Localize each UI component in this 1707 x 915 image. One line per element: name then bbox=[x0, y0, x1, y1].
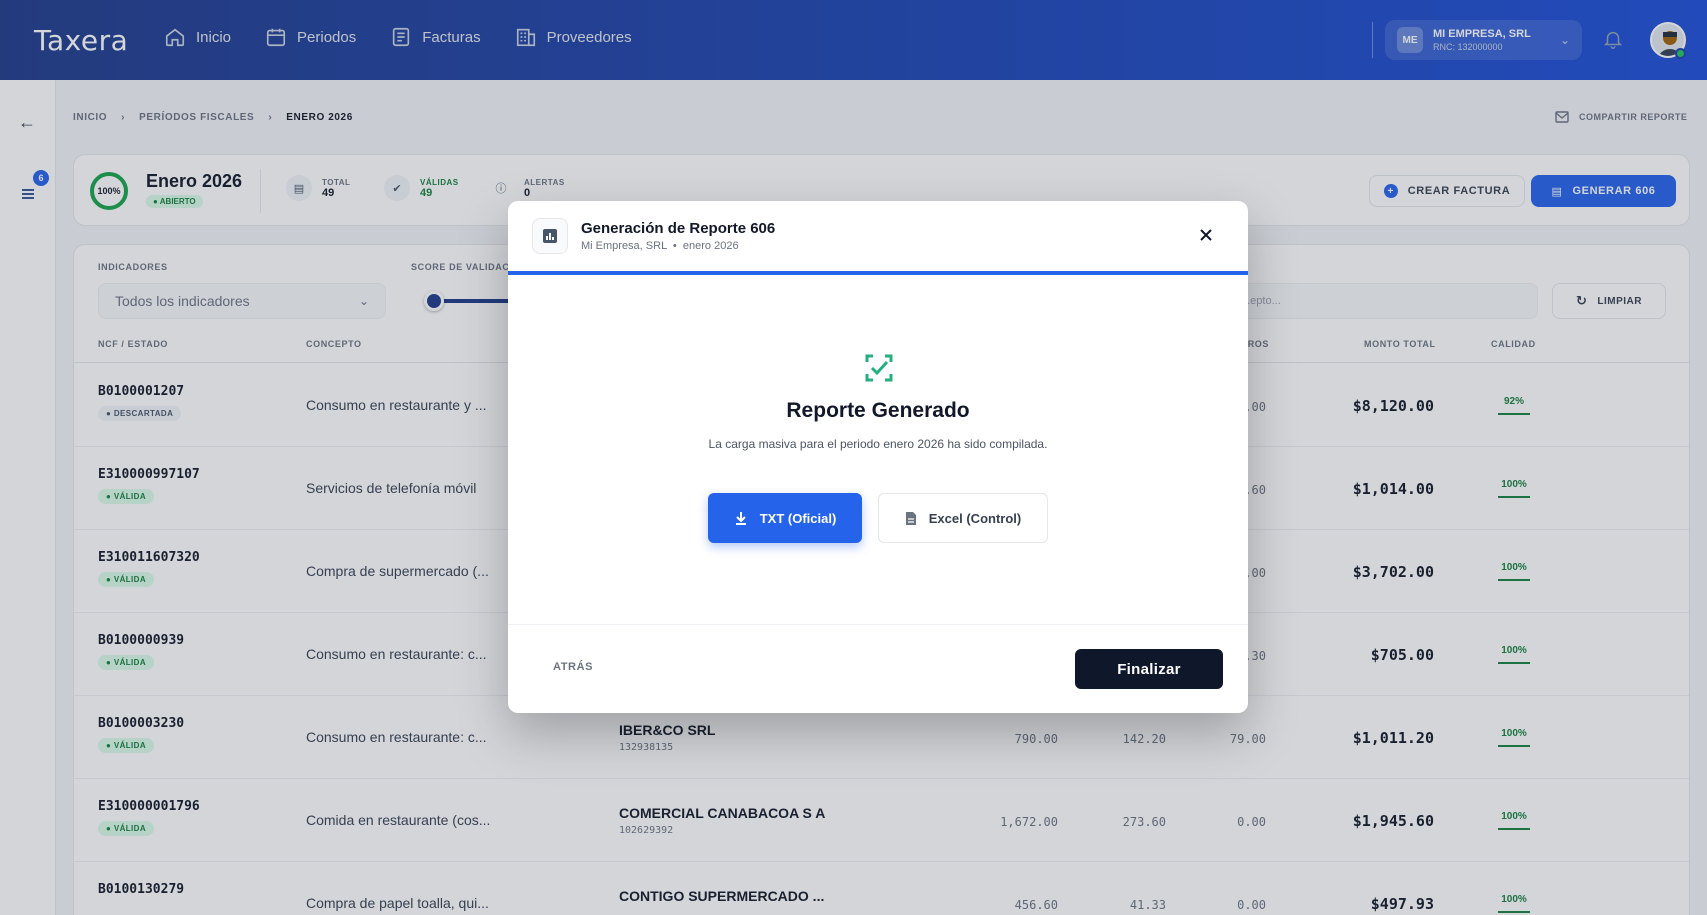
check-square-icon bbox=[865, 354, 893, 382]
download-excel-label: Excel (Control) bbox=[928, 510, 1022, 526]
success-description: La carga masiva para el periodo enero 20… bbox=[708, 437, 1048, 451]
download-txt-label: TXT (Oficial) bbox=[759, 510, 837, 526]
separator-dot: • bbox=[672, 240, 677, 252]
download-excel-button[interactable]: Excel (Control) bbox=[878, 493, 1048, 543]
chart-report-icon bbox=[532, 218, 568, 254]
back-button[interactable]: ATRÁS bbox=[553, 661, 593, 673]
modal-period: enero 2026 bbox=[682, 240, 739, 252]
download-txt-button[interactable]: TXT (Oficial) bbox=[708, 493, 862, 543]
modal-footer-divider bbox=[508, 624, 1248, 625]
modal-progress-bar bbox=[508, 271, 1248, 275]
modal-company: Mi Empresa, SRL bbox=[581, 240, 667, 252]
close-icon[interactable] bbox=[1196, 225, 1216, 245]
download-icon bbox=[735, 512, 746, 525]
success-heading: Reporte Generado bbox=[786, 399, 970, 422]
modal-subtitle: Mi Empresa, SRL • enero 2026 bbox=[581, 240, 739, 252]
report-606-modal: Generación de Reporte 606 Mi Empresa, SR… bbox=[508, 201, 1248, 713]
modal-title: Generación de Reporte 606 bbox=[581, 220, 776, 237]
finish-button[interactable]: Finalizar bbox=[1075, 649, 1223, 689]
file-icon bbox=[905, 511, 916, 525]
